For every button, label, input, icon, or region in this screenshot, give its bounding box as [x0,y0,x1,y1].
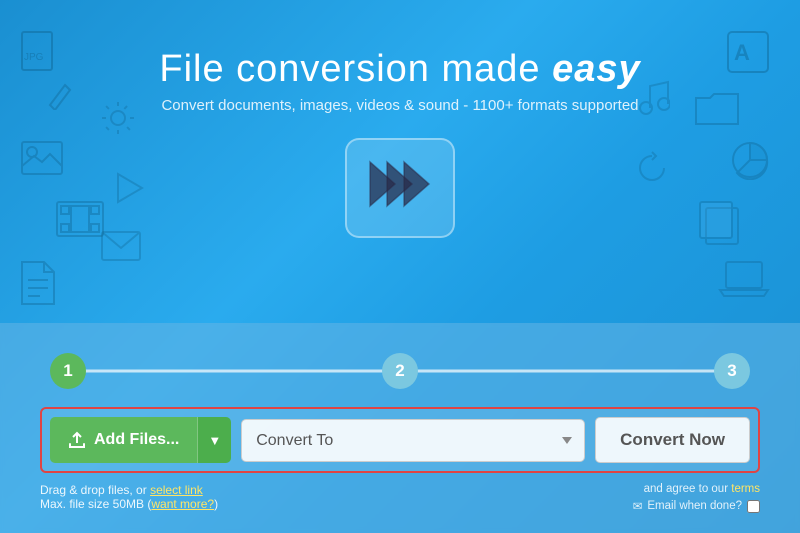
email-checkbox[interactable] [747,500,760,513]
max-size-text: Max. file size 50MB ( [40,497,151,511]
add-files-group: Add Files... ▼ [50,417,231,463]
step-3-number: 3 [727,361,736,381]
bottom-panel: 1 2 3 Add Files... ▼ [0,323,800,533]
title-bold: easy [552,48,641,90]
step-2: 2 [382,353,418,389]
action-row: Add Files... ▼ Convert To PDF JPG PNG MP… [40,407,760,473]
step-2-number: 2 [395,361,404,381]
convert-to-select[interactable]: Convert To PDF JPG PNG MP4 MP3 DOCX [241,419,585,462]
max-size-close: ) [214,497,218,511]
terms-link[interactable]: terms [731,483,760,495]
background: JPG [0,0,800,533]
upload-icon [68,431,86,449]
step-3: 3 [714,353,750,389]
email-icon: ✉ [633,499,643,513]
email-label: Email when done? [647,500,742,512]
info-right: and agree to our terms ✉ Email when done… [633,483,760,513]
add-files-dropdown-button[interactable]: ▼ [197,417,231,463]
steps-row: 1 2 3 [40,353,760,389]
deco-laptop-icon [718,260,770,303]
select-link[interactable]: select link [150,483,203,497]
main-title: File conversion made easy [0,48,800,91]
info-row: Drag & drop files, or select link Max. f… [40,483,760,513]
center-logo-area [0,138,800,238]
logo-box [345,138,455,238]
drag-drop-text: Drag & drop files, or [40,483,147,497]
add-files-label: Add Files... [94,431,179,449]
email-row: ✉ Email when done? [633,499,760,513]
title-plain: File conversion made [159,48,552,90]
step-1-number: 1 [63,361,72,381]
deco-doc-icon [20,260,56,311]
add-files-button[interactable]: Add Files... [50,417,197,463]
agree-text: and agree to our terms [644,483,760,495]
header: File conversion made easy Convert docume… [0,0,800,114]
want-more-link[interactable]: want more? [151,497,214,511]
info-left: Drag & drop files, or select link Max. f… [40,483,218,513]
step-1: 1 [50,353,86,389]
convert-now-label: Convert Now [620,430,725,449]
dropdown-arrow-icon: ▼ [208,433,221,448]
subtitle: Convert documents, images, videos & soun… [0,97,800,114]
fast-forward-icon [365,154,435,223]
convert-now-button[interactable]: Convert Now [595,417,750,463]
convert-to-wrapper: Convert To PDF JPG PNG MP4 MP3 DOCX [241,417,585,463]
